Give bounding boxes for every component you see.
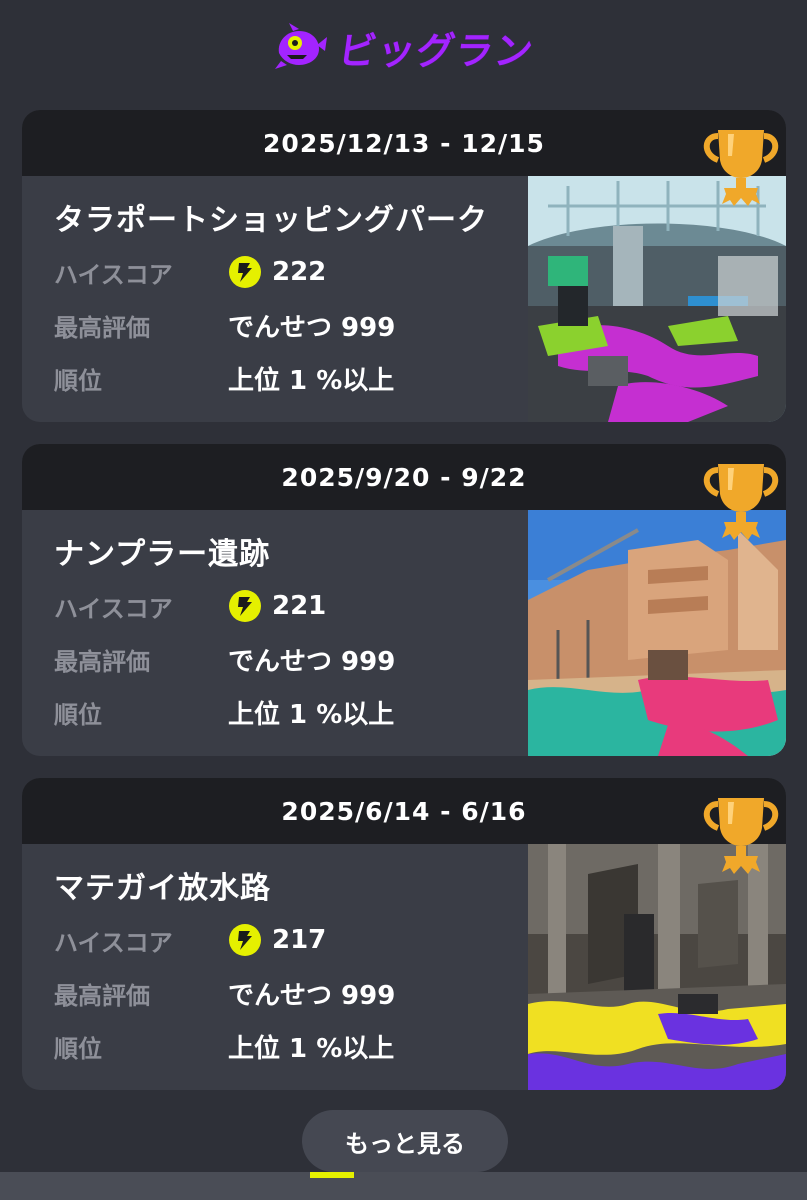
rank-row: 順位 上位 1 %以上 <box>54 358 394 398</box>
high-score-value-wrap: 217 <box>228 923 326 957</box>
high-score-label: ハイスコア <box>54 928 173 957</box>
rank-label: 順位 <box>54 700 102 729</box>
stage-thumbnail <box>528 510 786 756</box>
page-header: ビッグラン <box>0 0 807 100</box>
record-card-2[interactable]: 2025/9/20 - 9/22 ナンプラー遺跡 ハイスコア 221 最高評価 … <box>22 444 786 756</box>
tab-indicator <box>310 1172 354 1178</box>
best-rating-label: 最高評価 <box>54 647 150 676</box>
high-score-value: 221 <box>272 591 327 621</box>
date-range: 2025/12/13 - 12/15 <box>22 110 786 176</box>
best-rating-row: 最高評価 でんせつ 999 <box>54 973 395 1013</box>
big-run-logo: ビッグラン <box>273 20 537 75</box>
golden-egg-icon <box>229 256 261 288</box>
stage-thumbnail <box>528 844 786 1090</box>
salmonid-icon <box>274 23 327 69</box>
date-range: 2025/6/14 - 6/16 <box>22 778 786 844</box>
stage-name: マテガイ放水路 <box>54 871 271 906</box>
rank-value: 上位 1 %以上 <box>228 365 395 396</box>
rank-label: 順位 <box>54 1034 102 1063</box>
stage-thumbnail <box>528 176 786 422</box>
bottom-tab-bar <box>0 1172 807 1200</box>
record-card-3[interactable]: 2025/6/14 - 6/16 マテガイ放水路 ハイスコア 217 最高評価 … <box>22 778 786 1090</box>
high-score-row: ハイスコア 222 <box>54 252 326 292</box>
gold-trophy-icon <box>703 464 779 540</box>
best-rating-label: 最高評価 <box>54 981 150 1010</box>
best-rating-value: でんせつ 999 <box>228 312 396 343</box>
stage-name: ナンプラー遺跡 <box>54 537 271 572</box>
high-score-row: ハイスコア 221 <box>54 586 326 626</box>
best-rating-label: 最高評価 <box>54 313 150 342</box>
best-rating-row: 最高評価 でんせつ 999 <box>54 639 395 679</box>
rank-value: 上位 1 %以上 <box>228 699 395 730</box>
golden-egg-icon <box>229 924 261 956</box>
best-rating-value: でんせつ 999 <box>228 980 396 1011</box>
gold-trophy-icon <box>703 130 779 206</box>
gold-trophy-icon <box>703 798 779 874</box>
show-more-button[interactable]: もっと見る <box>302 1110 508 1172</box>
high-score-label: ハイスコア <box>54 260 173 289</box>
high-score-value-wrap: 222 <box>228 255 326 289</box>
date-range: 2025/9/20 - 9/22 <box>22 444 786 510</box>
high-score-value-wrap: 221 <box>228 589 326 623</box>
best-rating-value: でんせつ 999 <box>228 646 396 677</box>
rank-row: 順位 上位 1 %以上 <box>54 692 394 732</box>
best-rating-row: 最高評価 でんせつ 999 <box>54 305 395 345</box>
stage-name: タラポートショッピングパーク <box>54 203 488 238</box>
high-score-value: 222 <box>272 257 327 287</box>
high-score-row: ハイスコア 217 <box>54 920 326 960</box>
high-score-label: ハイスコア <box>54 594 173 623</box>
rank-row: 順位 上位 1 %以上 <box>54 1026 394 1066</box>
page-title: ビッグラン <box>335 28 537 73</box>
high-score-value: 217 <box>272 925 327 955</box>
rank-value: 上位 1 %以上 <box>228 1033 395 1064</box>
rank-label: 順位 <box>54 366 102 395</box>
record-card-1[interactable]: 2025/12/13 - 12/15 タラポートショッピングパーク ハイスコア … <box>22 110 786 422</box>
golden-egg-icon <box>229 590 261 622</box>
